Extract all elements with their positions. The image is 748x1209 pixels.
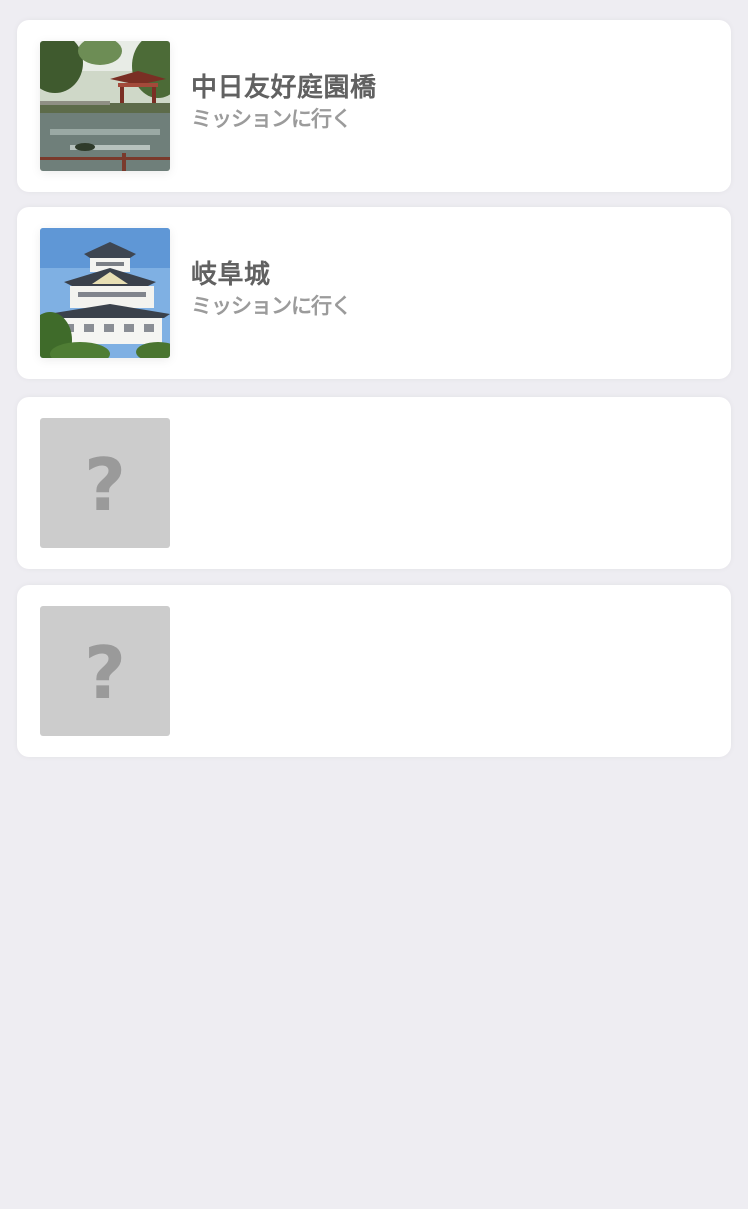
- mission-text: 岐阜城 ミッションに行く: [191, 259, 352, 319]
- mission-card-1[interactable]: 中日友好庭園橋 ミッションに行く: [17, 20, 731, 192]
- garden-pavilion-image: [40, 41, 170, 171]
- mission-thumbnail-castle: [40, 228, 170, 358]
- mission-card-4-locked[interactable]: ?: [17, 585, 731, 757]
- mission-text: 中日友好庭園橋 ミッションに行く: [191, 72, 377, 132]
- go-to-mission-link[interactable]: ミッションに行く: [191, 106, 377, 132]
- gifu-castle-image: [40, 228, 170, 358]
- go-to-mission-link[interactable]: ミッションに行く: [191, 293, 352, 319]
- mission-card-3-locked[interactable]: ?: [17, 397, 731, 569]
- question-mark-icon: ?: [84, 631, 126, 715]
- mission-title: 岐阜城: [191, 260, 271, 290]
- question-mark-icon: ?: [84, 443, 126, 527]
- mission-list: 中日友好庭園橋 ミッションに行く 岐阜城 ミッションに行く ? ?: [0, 0, 748, 1209]
- locked-thumbnail: ?: [40, 606, 170, 736]
- locked-thumbnail: ?: [40, 418, 170, 548]
- mission-title: 中日友好庭園橋: [191, 73, 377, 103]
- mission-thumbnail-garden: [40, 41, 170, 171]
- mission-card-2[interactable]: 岐阜城 ミッションに行く: [17, 207, 731, 379]
